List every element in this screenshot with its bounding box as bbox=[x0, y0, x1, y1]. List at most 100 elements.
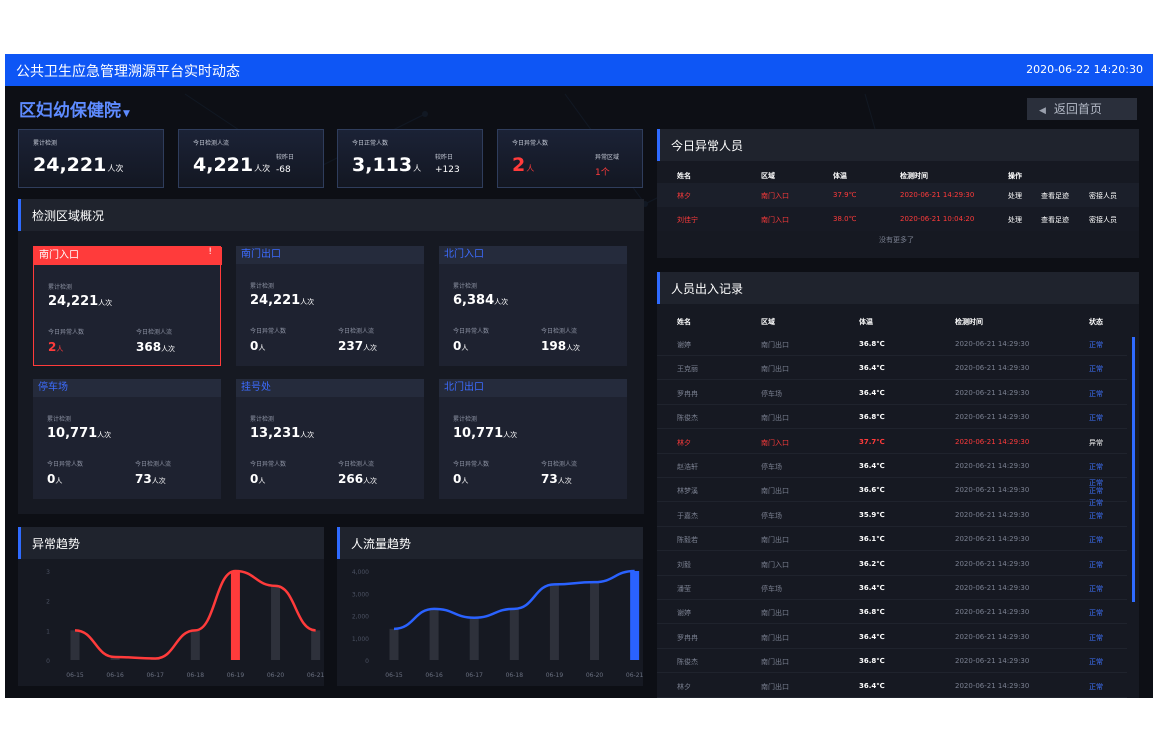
x-tick-label: 06-15 bbox=[66, 672, 84, 679]
action-link[interactable]: 处理 bbox=[1008, 215, 1022, 225]
y-tick-label: 3,000 bbox=[352, 591, 369, 598]
zone: 南门出口 bbox=[761, 487, 789, 496]
zone: 南门出口 bbox=[761, 633, 789, 642]
temperature: 35.9℃ bbox=[859, 510, 885, 519]
action-link[interactable]: 查看足迹 bbox=[1041, 215, 1069, 225]
access-records-panel: 人员出入记录 姓名 区域 体温 检测时间 状态 谢婷 南门出口 36.8℃ 2020-06-21… bbox=[657, 272, 1139, 698]
card-value: 2人 bbox=[512, 154, 535, 176]
zone-total-value: 6,384人次 bbox=[453, 293, 509, 308]
zone-abnormal-value: 0人 bbox=[453, 472, 469, 486]
zone: 停车场 bbox=[761, 585, 782, 593]
zone-total-label: 累计检测 bbox=[250, 283, 275, 290]
x-tick-label: 06-15 bbox=[385, 672, 403, 679]
zone-card[interactable]: 南门出口 累计检测 24,221人次 今日异常人数 今日检测人流 0人 237人次 bbox=[236, 246, 424, 366]
zone-checked-value: 368人次 bbox=[136, 340, 176, 354]
bar bbox=[509, 608, 519, 660]
action-link[interactable]: 处理 bbox=[1008, 191, 1022, 201]
zone-total-label: 累计检测 bbox=[47, 416, 72, 423]
status: 正常 bbox=[1089, 585, 1103, 593]
person-name: 王克丽 bbox=[677, 365, 698, 374]
panel-header: 人流量趋势 bbox=[337, 527, 643, 559]
check-time: 2020-06-21 14:29:30 bbox=[955, 486, 1030, 495]
record-row: 刘毅 南门入口 36.2℃ 2020-06-21 14:29:30 正常 bbox=[657, 552, 1127, 576]
record-row: 林夕 南门入口 37.7℃ 2020-06-21 14:29:30 异常 bbox=[657, 430, 1127, 454]
zone-checked-label: 今日检测人流 bbox=[541, 328, 578, 335]
person-name: 罗冉冉 bbox=[677, 389, 698, 398]
zone-name: 停车场 bbox=[33, 379, 221, 397]
check-time: 2020-06-21 14:29:30 bbox=[955, 681, 1030, 690]
zone-name: 北门出口 bbox=[439, 379, 627, 397]
zone-checked-value: 73人次 bbox=[541, 472, 572, 486]
temperature: 36.4℃ bbox=[859, 632, 885, 641]
check-time: 2020-06-21 14:29:30 bbox=[955, 657, 1030, 666]
zone-abnormal-label: 今日异常人数 bbox=[47, 461, 84, 468]
zone-abnormal-label: 今日异常人数 bbox=[48, 329, 85, 336]
card-label: 累计检测 bbox=[33, 140, 58, 147]
check-time: 2020-06-21 14:29:30 bbox=[955, 559, 1030, 568]
status: 正常 bbox=[1089, 414, 1103, 423]
zone-total-label: 累计检测 bbox=[453, 283, 478, 290]
check-time: 2020-06-21 14:29:30 bbox=[955, 437, 1030, 446]
status: 正常 bbox=[1089, 389, 1103, 398]
panel-title: 人流量趋势 bbox=[351, 537, 412, 551]
hospital-selector[interactable]: 区妇幼保健院 ▼ bbox=[19, 96, 130, 121]
zone: 停车场 bbox=[761, 511, 782, 520]
temperature: 37.9℃ bbox=[833, 191, 857, 199]
card-label: 今日正常人数 bbox=[352, 140, 389, 147]
zone-checked-label: 今日检测人流 bbox=[541, 461, 578, 468]
action-link[interactable]: 密接人员 bbox=[1089, 191, 1117, 201]
action-link[interactable]: 查看足迹 bbox=[1041, 191, 1069, 201]
bar bbox=[389, 628, 399, 660]
action-link[interactable]: 密接人员 bbox=[1089, 215, 1117, 225]
status: 正常 bbox=[1089, 365, 1103, 374]
temperature: 36.2℃ bbox=[859, 559, 885, 568]
status: 正常 bbox=[1089, 633, 1103, 642]
person-name: 林夕 bbox=[677, 438, 691, 447]
record-row: 赵浩轩 停车场 36.4℃ 2020-06-21 14:29:30 正常 bbox=[657, 454, 1127, 478]
current-datetime: 2020-06-22 14:20:30 bbox=[1026, 63, 1143, 76]
zone-checked-label: 今日检测人流 bbox=[135, 461, 172, 468]
card-sub-label: 较昨日 bbox=[435, 154, 454, 161]
abnormal-row: 林夕 南门入口 37.9℃ 2020-06-21 14:29:30 处理 查看足迹 密接人员 bbox=[657, 183, 1139, 207]
back-arrow-icon: ◀ bbox=[1039, 106, 1046, 116]
scrollbar[interactable] bbox=[1132, 337, 1135, 602]
zone-checked-value: 73人次 bbox=[135, 472, 166, 486]
zone-total-label: 累计检测 bbox=[250, 416, 275, 423]
y-tick-label: 2 bbox=[46, 599, 50, 606]
summary-card-today-abnormal: 今日异常人数 2人 异常区域 1个 bbox=[497, 129, 643, 188]
check-time: 2020-06-21 14:29:30 bbox=[955, 510, 1030, 519]
zone-card[interactable]: 挂号处 累计检测 13,231人次 今日异常人数 今日检测人流 0人 266人次 bbox=[236, 379, 424, 499]
status: 正常 bbox=[1089, 341, 1103, 349]
y-tick-label: 1,000 bbox=[352, 636, 369, 643]
y-tick-label: 2,000 bbox=[352, 614, 369, 621]
back-home-button[interactable]: ◀ 返回首页 bbox=[1027, 98, 1137, 120]
zone-card[interactable]: 北门入口 累计检测 6,384人次 今日异常人数 今日检测人流 0人 198人次 bbox=[439, 246, 627, 366]
card-sub-value: +123 bbox=[435, 165, 460, 175]
back-home-label: 返回首页 bbox=[1053, 102, 1102, 116]
column-header: 体温 bbox=[859, 318, 873, 326]
person-name: 林夕 bbox=[677, 682, 691, 691]
status: 异常 bbox=[1089, 438, 1103, 447]
person-name: 刘佳宁 bbox=[677, 216, 698, 224]
temperature: 36.1℃ bbox=[859, 535, 885, 544]
temperature: 36.4℃ bbox=[859, 462, 885, 470]
zone-card[interactable]: 北门出口 累计检测 10,771人次 今日异常人数 今日检测人流 0人 73人次 bbox=[439, 379, 627, 499]
zone-card[interactable]: 停车场 累计检测 10,771人次 今日异常人数 今日检测人流 0人 73人次 bbox=[33, 379, 221, 499]
person-name: 陈毅若 bbox=[677, 536, 698, 545]
zone-abnormal-value: 0人 bbox=[453, 339, 469, 353]
zone-card[interactable]: 南门入口! 累计检测 24,221人次 今日异常人数 今日检测人流 2人 368人次 bbox=[33, 246, 222, 366]
zone-abnormal-value: 0人 bbox=[250, 472, 266, 486]
person-name: 谢婷 bbox=[677, 341, 691, 349]
bar bbox=[590, 582, 600, 660]
zone: 南门出口 bbox=[761, 682, 789, 691]
temperature: 36.8℃ bbox=[859, 608, 885, 617]
zone: 南门入口 bbox=[761, 438, 789, 447]
zone-abnormal-value: 0人 bbox=[47, 472, 63, 486]
zone-abnormal-label: 今日异常人数 bbox=[453, 461, 490, 468]
summary-card-today-normal: 今日正常人数 3,113人 较昨日 +123 bbox=[337, 129, 483, 188]
zone-checked-label: 今日检测人流 bbox=[136, 329, 173, 336]
check-time: 2020-06-21 14:29:30 bbox=[955, 364, 1030, 373]
zone: 停车场 bbox=[761, 463, 782, 471]
bar bbox=[70, 630, 80, 660]
x-tick-label: 06-20 bbox=[586, 672, 604, 679]
